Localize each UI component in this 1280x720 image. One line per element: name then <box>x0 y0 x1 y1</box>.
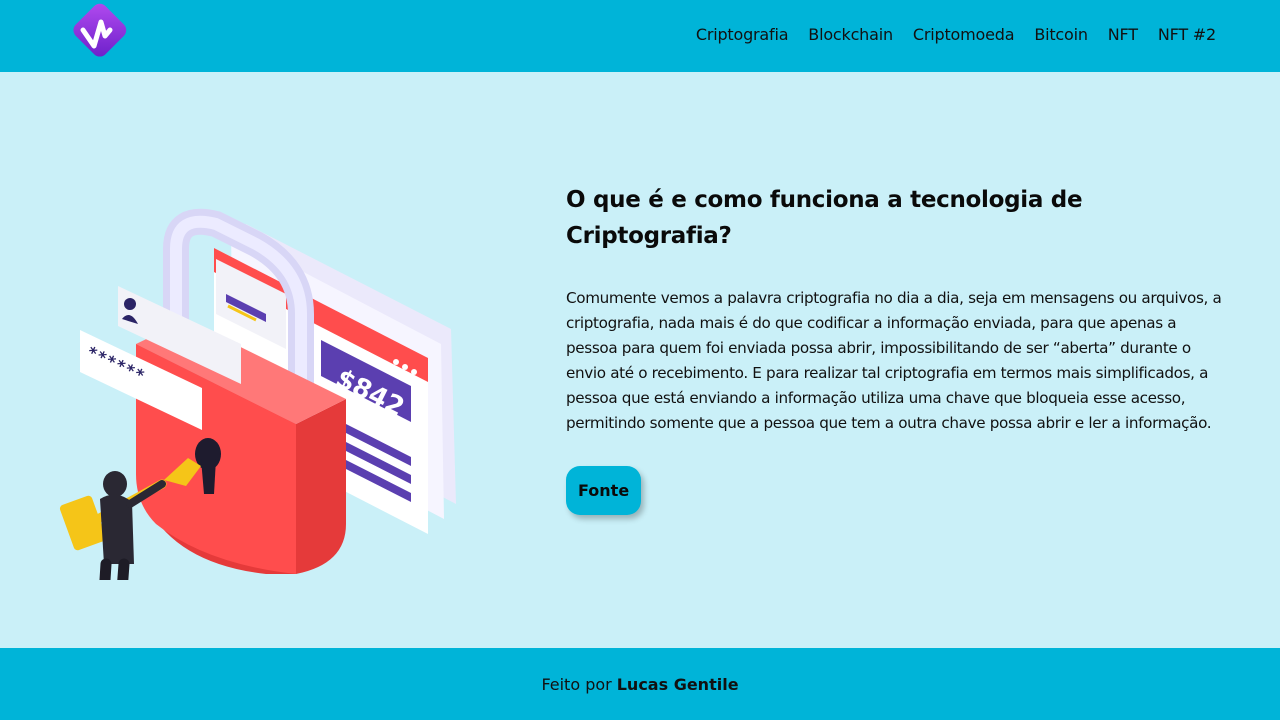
footer-prefix: Feito por <box>541 674 612 694</box>
nav-blockchain[interactable]: Blockchain <box>808 25 893 44</box>
site-footer: Feito por Lucas Gentile <box>0 648 1280 720</box>
fonte-button[interactable]: Fonte <box>566 466 642 515</box>
site-header: Criptografia Blockchain Criptomoeda Bitc… <box>0 0 1280 72</box>
nav-bitcoin[interactable]: Bitcoin <box>1034 25 1088 44</box>
nav-criptografia[interactable]: Criptografia <box>696 25 789 44</box>
article-paragraph: Comumente vemos a palavra criptografia n… <box>566 289 1222 432</box>
main-nav: Criptografia Blockchain Criptomoeda Bitc… <box>696 0 1216 68</box>
nav-criptomoeda[interactable]: Criptomoeda <box>913 25 1015 44</box>
nav-nft-2[interactable]: NFT #2 <box>1158 25 1216 44</box>
main-content: $842 ****** O que é e como funciona a te… <box>0 72 1280 648</box>
article-title: O que é e como funciona a tecnologia de … <box>566 187 1083 249</box>
nav-nft[interactable]: NFT <box>1108 25 1138 44</box>
padlock-illustration: $842 ****** <box>59 208 456 580</box>
logo-icon[interactable] <box>63 0 131 66</box>
article: O que é e como funciona a tecnologia de … <box>566 182 1226 515</box>
footer-author: Lucas Gentile <box>616 674 739 694</box>
